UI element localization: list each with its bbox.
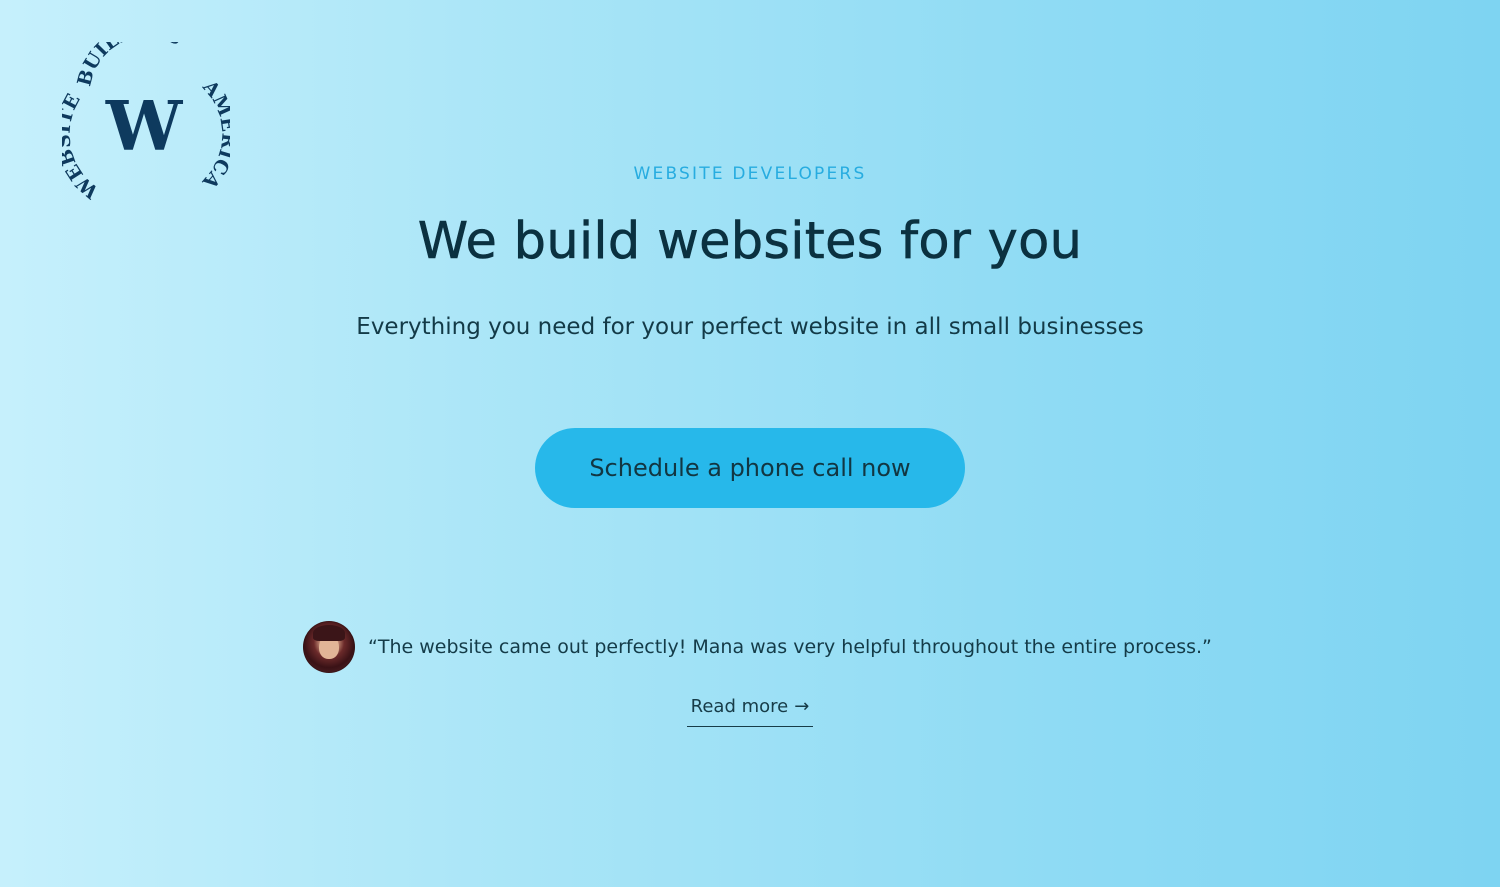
logo-arc-top-text: BUILDERS <box>73 42 185 88</box>
schedule-call-button[interactable]: Schedule a phone call now <box>535 428 965 508</box>
user-avatar-photo <box>303 621 355 673</box>
hero-headline: We build websites for you <box>417 212 1083 272</box>
testimonial: “The website came out perfectly! Mana wa… <box>303 620 1212 674</box>
hero-subheadline: Everything you need for your perfect web… <box>356 314 1144 340</box>
arrow-right-icon: → <box>794 696 810 717</box>
logo-arc-left-text: WEBSITE <box>62 90 104 203</box>
hero-eyebrow: WEBSITE DEVELOPERS <box>633 164 867 184</box>
read-more-label: Read more <box>690 696 789 717</box>
logo-letter: W <box>105 87 184 167</box>
read-more-link[interactable]: Read more → <box>687 696 813 727</box>
testimonial-quote: “The website came out perfectly! Mana wa… <box>368 636 1212 658</box>
